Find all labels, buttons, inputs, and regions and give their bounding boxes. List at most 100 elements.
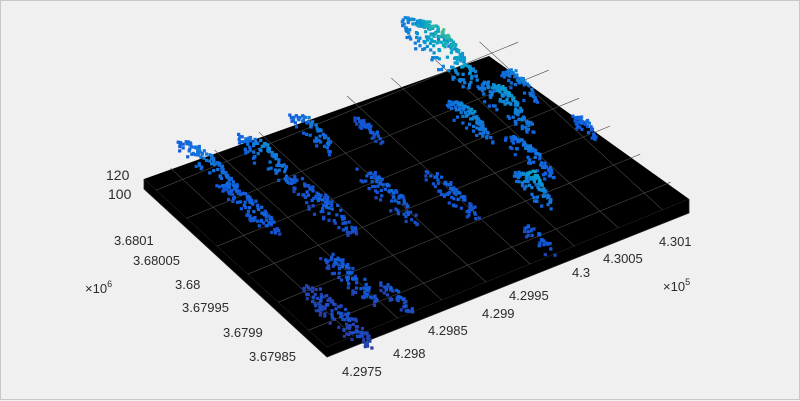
point [436,178,440,182]
point [475,133,479,138]
y-axis-exponent: ×106 [85,279,112,296]
point [275,163,279,167]
point [339,311,343,315]
point [461,85,465,89]
point [273,231,278,235]
point [375,190,379,194]
point [312,212,317,216]
point [336,203,340,207]
point [354,325,358,329]
point [213,162,217,167]
point [526,230,530,234]
point [277,178,281,182]
point [307,207,311,211]
point [458,191,462,195]
point [587,121,591,125]
point [382,291,386,295]
point [181,142,185,146]
point [473,212,477,216]
point [523,229,527,234]
z-tick-label: 120 [106,167,130,183]
point [327,266,331,270]
point [392,195,396,199]
z-tick-label: 100 [108,186,132,202]
point [364,179,368,183]
point [498,99,502,103]
point [354,290,358,295]
point [286,180,290,184]
point [442,194,447,198]
point [532,195,536,200]
point [409,37,413,41]
point [251,202,255,206]
point [314,304,318,308]
point [238,134,242,138]
point [359,126,364,130]
x-tick-label: 4.2975 [342,364,382,379]
point [473,110,477,114]
point [528,158,532,162]
point [254,199,258,203]
point [526,225,530,229]
point [384,288,388,292]
point [364,125,368,129]
point [454,108,458,112]
point [447,100,451,104]
point [326,259,330,263]
point [342,216,346,221]
point [210,153,214,158]
point [461,195,465,199]
point [314,288,318,292]
point [530,186,534,190]
point [353,119,357,123]
point [467,86,471,90]
point [348,271,352,275]
point [333,221,337,225]
point [534,183,538,187]
point [369,171,373,175]
point [429,174,433,178]
point [346,318,351,322]
point [346,233,350,237]
point [322,144,327,148]
point [238,200,243,204]
point [354,232,359,236]
point [342,334,346,338]
point [530,233,534,237]
point-cloud-3d-plot[interactable]: 120 100 3.6801 3.68005 3.68 3.67995 3.67… [1,1,800,401]
point [438,189,443,193]
point [385,293,389,297]
point [474,69,478,74]
point [451,43,455,47]
point [367,334,371,338]
point [509,81,513,85]
x-tick-label: 4.3005 [603,251,643,266]
point [259,138,263,142]
point [490,86,494,90]
point [380,177,384,181]
point [528,171,532,175]
point [260,205,264,209]
point [543,190,547,194]
point [430,58,434,62]
point [525,180,529,184]
point [414,47,418,51]
point [525,130,529,134]
point [542,194,547,198]
point [314,136,318,140]
point [320,308,324,312]
point [310,289,314,293]
point [372,303,377,307]
point [390,199,394,203]
point [339,259,343,263]
point [255,141,259,145]
point [470,76,474,80]
point [477,87,481,91]
point [543,166,547,170]
point [424,174,428,178]
point [184,140,188,144]
point [585,124,590,129]
point [438,48,442,53]
point [424,178,428,182]
point [418,44,422,48]
